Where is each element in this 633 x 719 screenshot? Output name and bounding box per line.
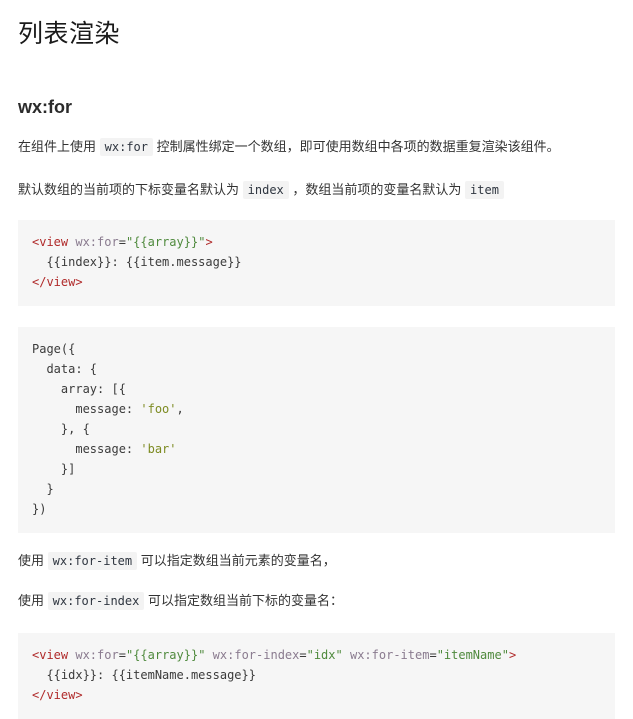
paragraph-for-index-text-b: 可以指定数组当前下标的变量名： (147, 593, 343, 608)
inline-code-index: index (242, 181, 289, 199)
code-token-js-l4-post: , (176, 402, 184, 416)
code-token-js-string-foo: 'foo' (140, 402, 177, 416)
paragraph-for-item-text-b: 可以指定数组当前元素的变量名， (140, 553, 336, 568)
code-block-wxml-custom-names: <view wx:for="{{array}}" wx:for-index="i… (18, 633, 615, 719)
code-token-equals: = (118, 235, 126, 249)
paragraph-defaults-text-b: ，数组当前项的变量名默认为 (292, 182, 462, 197)
code-block-js-page-data: Page({ data: { array: [{ message: 'foo',… (18, 327, 615, 533)
paragraph-intro-text-a: 在组件上使用 (18, 139, 97, 154)
code-token-attr-wxfor-2: wx:for (75, 648, 119, 662)
documentation-page: 列表渲染 wx:for 在组件上使用 wx:for 控制属性绑定一个数组，即可使… (0, 0, 633, 719)
code-token-tag-open: <view (32, 235, 76, 249)
code-token-line2: {{index}}: {{item.message}} (32, 255, 242, 269)
code-token-string-array-2: "{{array}}" (125, 648, 206, 662)
code-token-attr-forindex: wx:for-index (212, 648, 300, 662)
code-token-string-idx: "idx" (306, 648, 343, 662)
paragraph-for-index: 使用 wx:for-index 可以指定数组当前下标的变量名： (18, 572, 615, 612)
paragraph-intro: 在组件上使用 wx:for 控制属性绑定一个数组，即可使用数组中各项的数据重复渲… (18, 119, 615, 158)
code-token-tag-close: </view> (32, 275, 83, 289)
code-token-string-array: "{{array}}" (125, 235, 206, 249)
code-token-equals-1: = (118, 648, 126, 662)
code-token-space-1 (205, 648, 212, 662)
code-token-line2-2: {{idx}}: {{itemName.message}} (32, 668, 256, 682)
code-token-js-l9: }) (32, 502, 47, 516)
code-token-tag-gt: > (205, 235, 213, 249)
code-token-equals-3: = (429, 648, 437, 662)
paragraph-defaults-text-a: 默认数组的当前项的下标变量名默认为 (18, 182, 240, 197)
code-block-wxml-basic-content: <view wx:for="{{array}}"> {{index}}: {{i… (32, 232, 601, 292)
paragraph-for-item: 使用 wx:for-item 可以指定数组当前元素的变量名， (18, 533, 615, 572)
code-token-js-l7: }] (32, 462, 76, 476)
code-token-tag-open-2: <view (32, 648, 76, 662)
code-token-attr-foritem: wx:for-item (349, 648, 430, 662)
code-token-js-string-bar: 'bar' (140, 442, 177, 456)
code-block-wxml-custom-names-content: <view wx:for="{{array}}" wx:for-index="i… (32, 645, 601, 705)
inline-code-wxfor-index: wx:for-index (47, 592, 145, 610)
code-token-equals-2: = (299, 648, 307, 662)
code-token-js-l2: data: { (32, 362, 98, 376)
code-block-js-page-data-content: Page({ data: { array: [{ message: 'foo',… (32, 339, 601, 519)
code-token-string-itemname: "itemName" (436, 648, 509, 662)
section-heading-wxfor: wx:for (18, 97, 72, 117)
code-token-js-l3: array: [{ (32, 382, 126, 396)
code-token-js-l8: } (32, 482, 54, 496)
code-token-space-2 (343, 648, 350, 662)
inline-code-wxfor: wx:for (99, 138, 153, 156)
code-token-js-l1: Page({ (32, 342, 76, 356)
code-token-tag-close-2: </view> (32, 688, 83, 702)
paragraph-defaults: 默认数组的当前项的下标变量名默认为 index ，数组当前项的变量名默认为 it… (18, 158, 615, 201)
paragraph-for-index-text-a: 使用 (18, 593, 45, 608)
code-token-js-l4-pre: message: (32, 402, 141, 416)
code-token-js-l6-pre: message: (32, 442, 141, 456)
page-title: 列表渲染 (18, 20, 121, 48)
code-block-wxml-basic: <view wx:for="{{array}}"> {{index}}: {{i… (18, 220, 615, 306)
paragraph-intro-text-b: 控制属性绑定一个数组，即可使用数组中各项的数据重复渲染该组件。 (156, 139, 560, 154)
code-token-tag-gt-2: > (508, 648, 517, 662)
inline-code-item: item (465, 181, 504, 199)
paragraph-for-item-text-a: 使用 (18, 553, 45, 568)
code-token-js-l5: }, { (32, 422, 90, 436)
code-token-attr-wxfor: wx:for (75, 235, 119, 249)
inline-code-wxfor-item: wx:for-item (47, 552, 138, 570)
